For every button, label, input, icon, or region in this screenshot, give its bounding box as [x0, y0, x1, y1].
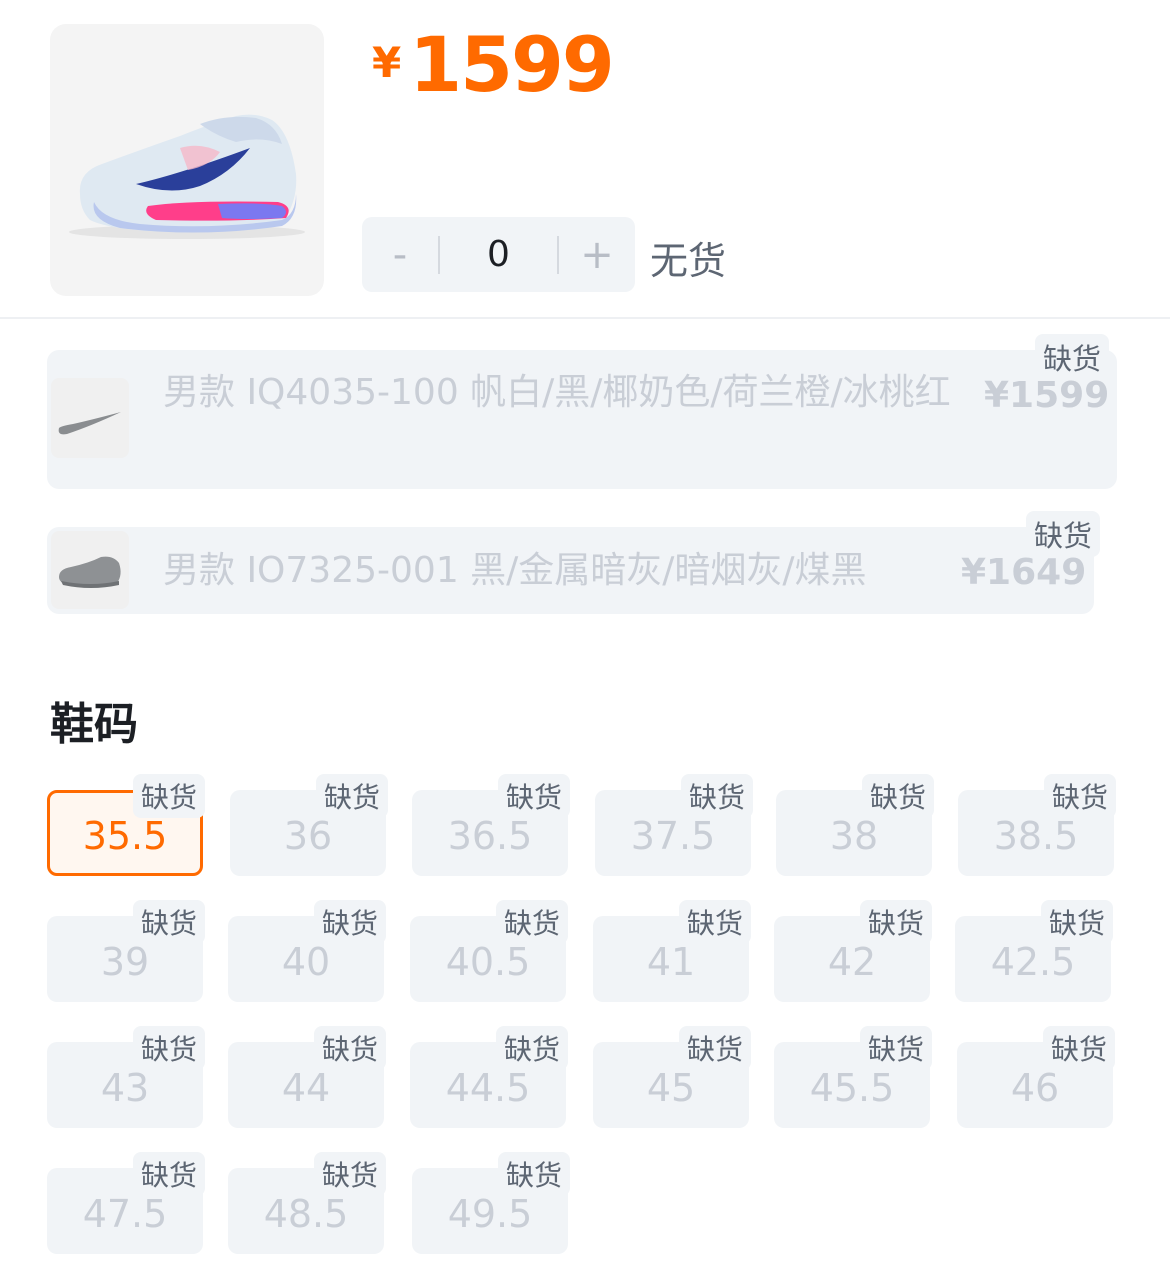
size-label: 38: [829, 814, 879, 858]
size-label: 36: [283, 814, 333, 858]
size-label: 38.5: [993, 814, 1079, 858]
size-label: 40: [281, 940, 331, 984]
out-of-stock-badge: 缺货: [1040, 900, 1113, 944]
size-option-39[interactable]: 39 缺货: [47, 900, 205, 1002]
size-option-38-5[interactable]: 38.5 缺货: [958, 774, 1116, 876]
size-label: 43: [100, 1066, 150, 1110]
out-of-stock-badge: 缺货: [132, 774, 205, 818]
out-of-stock-badge: 缺货: [132, 1026, 205, 1070]
size-option-35-5[interactable]: 35.5 缺货: [47, 774, 205, 876]
size-option-45[interactable]: 45 缺货: [593, 1026, 751, 1128]
size-label: 35.5: [82, 814, 168, 858]
size-option-45-5[interactable]: 45.5 缺货: [774, 1026, 932, 1128]
size-label: 46: [1010, 1066, 1060, 1110]
size-option-49-5[interactable]: 49.5 缺货: [412, 1152, 570, 1254]
variant-thumbnail: [51, 531, 129, 609]
size-option-44-5[interactable]: 44.5 缺货: [410, 1026, 568, 1128]
size-label: 45: [646, 1066, 696, 1110]
out-of-stock-badge: 缺货: [678, 900, 751, 944]
size-label: 41: [646, 940, 696, 984]
size-option-41[interactable]: 41 缺货: [593, 900, 751, 1002]
out-of-stock-badge: 缺货: [861, 774, 934, 818]
out-of-stock-badge: 缺货: [497, 1152, 570, 1196]
size-label: 36.5: [447, 814, 533, 858]
sneaker-thumbnail-icon: [59, 556, 121, 588]
product-image[interactable]: [50, 24, 324, 296]
size-option-42-5[interactable]: 42.5 缺货: [955, 900, 1113, 1002]
size-label: 44.5: [445, 1066, 531, 1110]
out-of-stock-badge: 缺货: [313, 900, 386, 944]
size-label: 42: [827, 940, 877, 984]
size-label: 44: [281, 1066, 331, 1110]
quantity-input[interactable]: 0: [440, 234, 557, 275]
size-option-47-5[interactable]: 47.5 缺货: [47, 1152, 205, 1254]
out-of-stock-badge: 缺货: [678, 1026, 751, 1070]
out-of-stock-badge: 缺货: [680, 774, 753, 818]
size-label: 48.5: [263, 1192, 349, 1236]
decrement-button[interactable]: -: [362, 232, 438, 278]
variant-name: 男款 IQ4035-100 帆白/黑/椰奶色/荷兰橙/冰桃红: [163, 372, 951, 413]
stock-status: 无货: [650, 239, 727, 283]
size-label: 40.5: [445, 940, 531, 984]
size-option-48-5[interactable]: 48.5 缺货: [228, 1152, 386, 1254]
out-of-stock-badge: 缺货: [859, 900, 932, 944]
size-option-43[interactable]: 43 缺货: [47, 1026, 205, 1128]
size-label: 47.5: [82, 1192, 168, 1236]
size-label: 42.5: [990, 940, 1076, 984]
size-section-title: 鞋码: [50, 699, 138, 750]
out-of-stock-badge: 缺货: [495, 900, 568, 944]
variant-name: 男款 IO7325-001 黑/金属暗灰/暗烟灰/煤黑: [163, 550, 867, 591]
variant-thumbnail: [51, 378, 129, 458]
size-option-44[interactable]: 44 缺货: [228, 1026, 386, 1128]
currency-symbol: ¥: [372, 38, 402, 87]
variant-price: ¥1649: [961, 552, 1087, 593]
size-option-46[interactable]: 46 缺货: [957, 1026, 1115, 1128]
out-of-stock-badge: 缺货: [1034, 334, 1109, 380]
out-of-stock-badge: 缺货: [132, 900, 205, 944]
product-price: ¥1599: [372, 20, 615, 109]
variant-option[interactable]: 男款 IQ4035-100 帆白/黑/椰奶色/荷兰橙/冰桃红 ¥1599 缺货: [47, 334, 1117, 489]
divider: [0, 317, 1170, 319]
size-label: 45.5: [809, 1066, 895, 1110]
out-of-stock-badge: 缺货: [1042, 1026, 1115, 1070]
size-option-40-5[interactable]: 40.5 缺货: [410, 900, 568, 1002]
out-of-stock-badge: 缺货: [497, 774, 570, 818]
size-option-36[interactable]: 36 缺货: [230, 774, 388, 876]
out-of-stock-badge: 缺货: [315, 774, 388, 818]
quantity-stepper: - 0 +: [362, 217, 635, 292]
size-label: 49.5: [447, 1192, 533, 1236]
out-of-stock-badge: 缺货: [313, 1152, 386, 1196]
out-of-stock-badge: 缺货: [1043, 774, 1116, 818]
size-label: 37.5: [630, 814, 716, 858]
out-of-stock-badge: 缺货: [495, 1026, 568, 1070]
size-option-36-5[interactable]: 36.5 缺货: [412, 774, 570, 876]
variant-price: ¥1599: [984, 375, 1110, 416]
size-option-38[interactable]: 38 缺货: [776, 774, 934, 876]
out-of-stock-badge: 缺货: [1025, 511, 1100, 557]
increment-button[interactable]: +: [559, 232, 635, 278]
out-of-stock-badge: 缺货: [132, 1152, 205, 1196]
size-label: 39: [100, 940, 150, 984]
out-of-stock-badge: 缺货: [859, 1026, 932, 1070]
out-of-stock-badge: 缺货: [313, 1026, 386, 1070]
swoosh-icon: [58, 412, 121, 435]
size-option-42[interactable]: 42 缺货: [774, 900, 932, 1002]
size-option-37-5[interactable]: 37.5 缺货: [595, 774, 753, 876]
sneaker-illustration: [69, 114, 305, 239]
price-value: 1599: [409, 20, 615, 109]
size-option-40[interactable]: 40 缺货: [228, 900, 386, 1002]
variant-option[interactable]: 男款 IO7325-001 黑/金属暗灰/暗烟灰/煤黑 ¥1649 缺货: [47, 511, 1100, 614]
